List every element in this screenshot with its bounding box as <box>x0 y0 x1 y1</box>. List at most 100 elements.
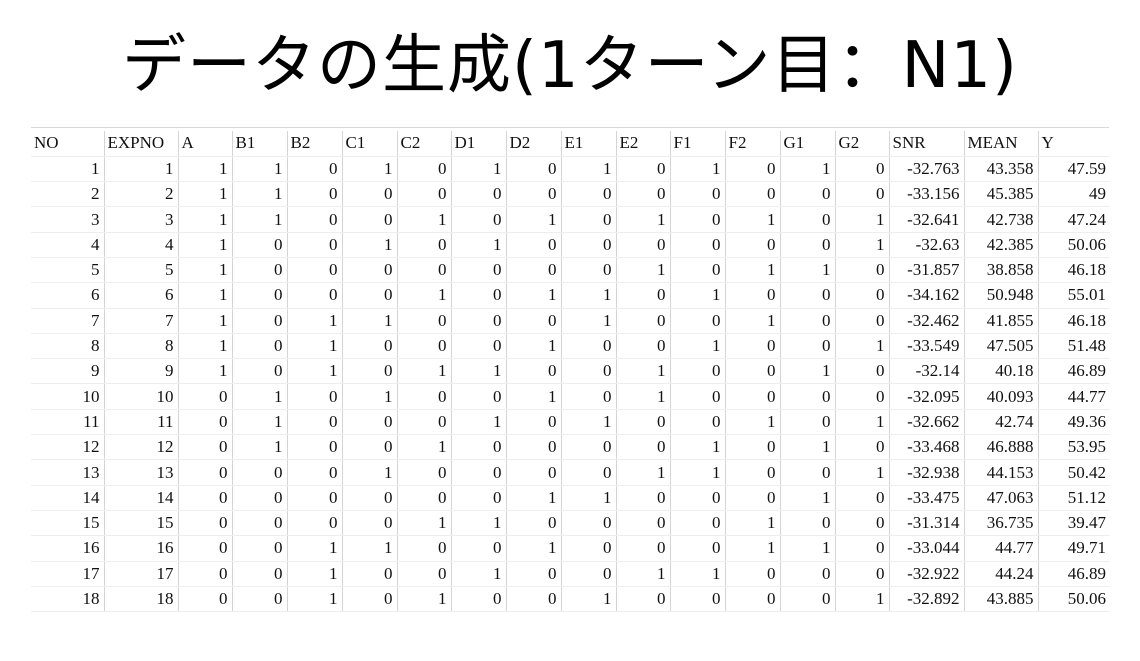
table-cell: 0 <box>286 409 342 436</box>
table-cell: 0 <box>396 409 451 436</box>
table-cell: 1 <box>450 156 506 183</box>
table-cell: 0 <box>669 409 725 436</box>
table-cell: 51.12 <box>1037 485 1110 511</box>
table-cell: 1 <box>341 308 397 334</box>
table-cell: 0 <box>286 485 342 511</box>
table-cell: 0 <box>724 485 780 511</box>
table-cell: 3 <box>31 206 104 233</box>
table-cell: 0 <box>834 383 889 410</box>
table-cell: 46.18 <box>1037 308 1110 334</box>
table-cell: -32.641 <box>888 206 964 233</box>
table-row: 9 9 1 0 1 0 1 1 0 0 1 0 0 1 0 -32.14 40.18 46.89 <box>31 358 1110 385</box>
column-header: B1 <box>231 131 287 157</box>
table-row: 7 7 1 0 1 1 0 0 0 1 0 0 1 0 0 -32.462 41.855 46.18 <box>31 308 1110 334</box>
table-cell: 1 <box>103 156 178 183</box>
table-cell: 1 <box>286 333 342 360</box>
table-cell: 4 <box>103 232 178 258</box>
table-cell: 1 <box>450 510 506 537</box>
table-cell: 1 <box>396 434 451 461</box>
table-cell: 0 <box>286 156 342 183</box>
table-cell: 50.06 <box>1037 232 1110 258</box>
table-cell: 0 <box>779 510 835 537</box>
table-cell: 0 <box>396 383 451 410</box>
table-cell: 0 <box>450 181 506 208</box>
table-cell: 18 <box>103 586 178 613</box>
table-cell: 1 <box>177 206 232 233</box>
table-cell: 0 <box>834 535 889 562</box>
table-row: 6 6 1 0 0 0 1 0 1 1 0 1 0 0 0 -34.162 50.948 55.01 <box>31 282 1110 309</box>
table-cell: 1 <box>231 409 287 436</box>
table-cell: 0 <box>669 308 725 334</box>
column-header: D2 <box>505 131 561 157</box>
table-cell: 0 <box>450 485 506 511</box>
table-cell: -31.314 <box>888 510 964 537</box>
table-cell: 50.06 <box>1037 586 1110 613</box>
table-cell: 0 <box>724 561 780 587</box>
table-cell: 0 <box>231 308 287 334</box>
slide-title: データの生成(1ターン目：N1) <box>121 29 1019 103</box>
table-cell: 0 <box>505 257 561 284</box>
spreadsheet-table: NO EXPNO A B1 B2 C1 C2 D1 D2 E1 E2 F1 F2 G1 G2 SNR MEAN Y… <box>31 131 1110 613</box>
table-cell: 1 <box>505 206 561 233</box>
table-cell: 10 <box>103 383 178 410</box>
table-cell: 1 <box>505 333 561 360</box>
column-header: E1 <box>560 131 616 157</box>
table-cell: 46.888 <box>963 434 1038 461</box>
table-cell: 1 <box>505 485 561 511</box>
table-cell: 16 <box>31 535 104 562</box>
table-cell: -32.922 <box>888 561 964 587</box>
table-cell: 0 <box>286 282 342 309</box>
table-cell: 1 <box>834 409 889 436</box>
table-cell: 0 <box>615 333 670 360</box>
column-header: G2 <box>834 131 889 157</box>
table-cell: 0 <box>615 485 670 511</box>
table-cell: 47.59 <box>1037 156 1110 183</box>
column-header: C2 <box>396 131 451 157</box>
table-cell: 15 <box>31 510 104 537</box>
table-cell: 11 <box>31 409 104 436</box>
table-cell: 1 <box>505 535 561 562</box>
table-cell: 0 <box>669 232 725 258</box>
table-cell: 1 <box>560 156 616 183</box>
table-cell: -34.162 <box>888 282 964 309</box>
table-cell: 1 <box>396 282 451 309</box>
table-cell: 1 <box>396 586 451 613</box>
table-cell: 1 <box>724 409 780 436</box>
table-cell: 1 <box>615 206 670 233</box>
table-cell: 0 <box>396 459 451 486</box>
table-cell: 2 <box>103 181 178 208</box>
table-cell: 2 <box>31 181 104 208</box>
table-cell: 1 <box>560 282 616 309</box>
table-cell: 46.89 <box>1037 358 1110 385</box>
table-cell: 47.505 <box>963 333 1038 360</box>
table-cell: 1 <box>450 561 506 587</box>
table-cell: 18 <box>31 586 104 613</box>
table-cell: 0 <box>231 485 287 511</box>
table-cell: -32.462 <box>888 308 964 334</box>
table-cell: 0 <box>396 561 451 587</box>
table-cell: 1 <box>560 586 616 613</box>
table-cell: 0 <box>724 358 780 385</box>
table-cell: 0 <box>286 181 342 208</box>
table-cell: 0 <box>779 308 835 334</box>
table-cell: 0 <box>396 181 451 208</box>
table-cell: 0 <box>669 535 725 562</box>
table-cell: 1 <box>724 510 780 537</box>
table-cell: 0 <box>450 206 506 233</box>
table-cell: 0 <box>231 535 287 562</box>
table-cell: 1 <box>450 358 506 385</box>
table-cell: 0 <box>615 510 670 537</box>
table-cell: 0 <box>669 358 725 385</box>
table-cell: 0 <box>177 383 232 410</box>
table-row: 5 5 1 0 0 0 0 0 0 0 1 0 1 1 0 -31.857 38.858 46.18 <box>31 257 1110 284</box>
table-cell: 1 <box>286 358 342 385</box>
table-cell: 44.24 <box>963 561 1038 587</box>
sheet-top-rule <box>31 127 1109 128</box>
table-cell: 0 <box>341 434 397 461</box>
table-cell: 1 <box>396 358 451 385</box>
table-cell: 0 <box>779 333 835 360</box>
table-cell: 17 <box>31 561 104 587</box>
table-row: 3 3 1 1 0 0 1 0 1 0 1 0 1 0 1 -32.641 42.738 47.24 <box>31 206 1110 233</box>
table-cell: 14 <box>31 485 104 511</box>
table-cell: 1 <box>669 156 725 183</box>
